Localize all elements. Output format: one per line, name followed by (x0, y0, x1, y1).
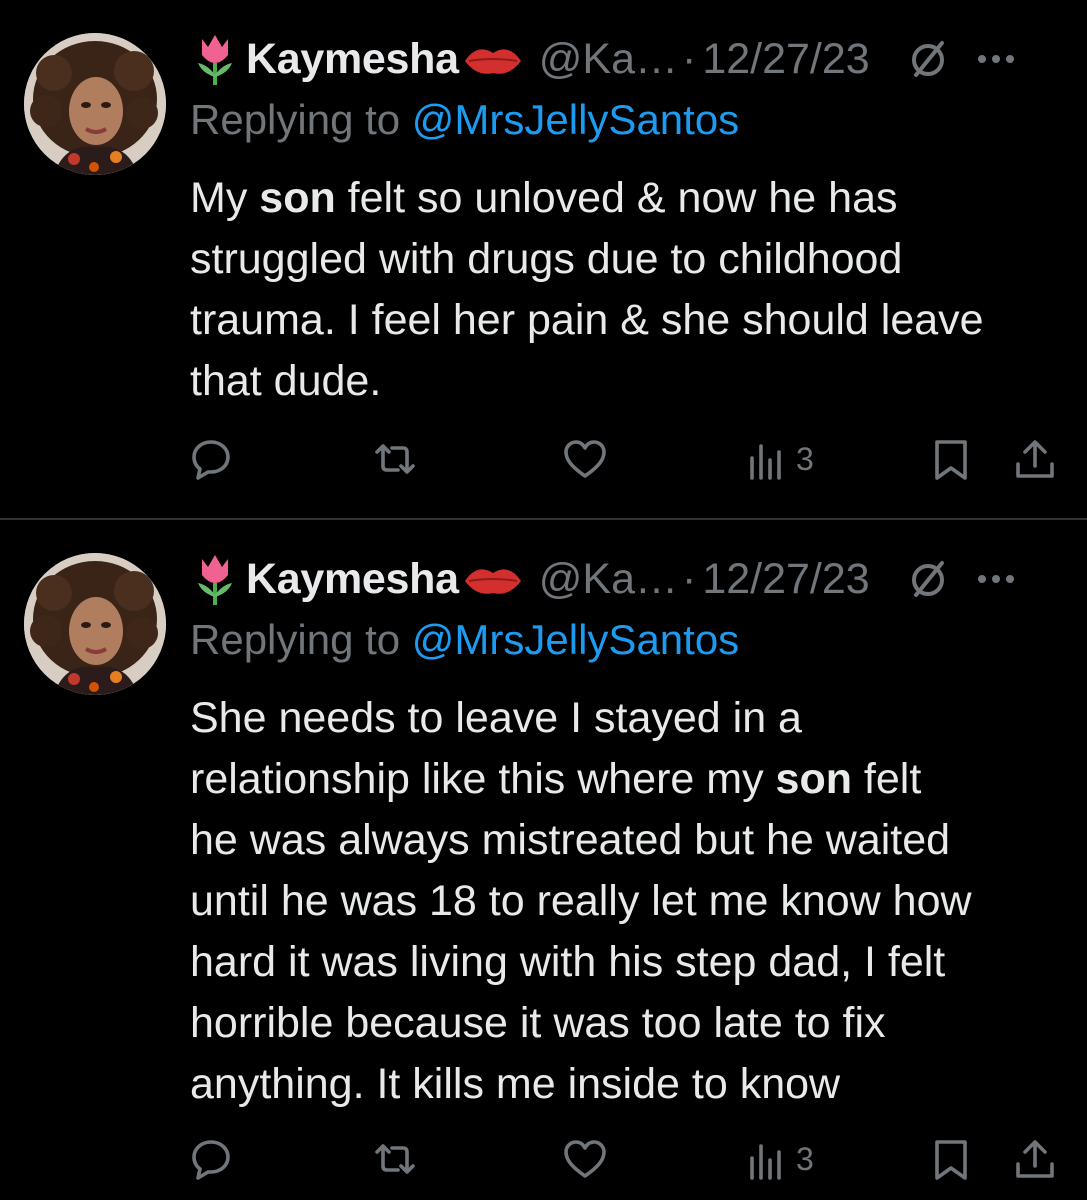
text-span: he was always mistreated but he waited (190, 816, 951, 864)
tulip-emoji (198, 555, 232, 605)
replying-to: Replying to @MrsJellySantos (190, 616, 739, 664)
text-span: felt so unloved & now he has (335, 174, 898, 222)
tweet-line: anything. It kills me inside to know (190, 1054, 1070, 1115)
action-bar: 3 (188, 434, 1068, 484)
views-count: 3 (796, 1140, 814, 1177)
text-span: anything. It kills me inside to know (190, 1060, 841, 1108)
replying-to-label: Replying to (190, 616, 412, 663)
replying-to: Replying to @MrsJellySantos (190, 96, 739, 144)
tweet-line: he was always mistreated but he waited (190, 810, 1070, 871)
retweet-button[interactable] (372, 434, 418, 484)
no-entry-circle-icon (911, 561, 944, 597)
reply-icon (192, 440, 230, 480)
views-icon (750, 1144, 781, 1180)
user-handle[interactable]: @Ka… (539, 35, 678, 84)
text-span: until he was 18 to really let me know ho… (190, 877, 972, 925)
like-button[interactable] (562, 434, 608, 484)
tweet-line: hard it was living with his step dad, I … (190, 932, 1070, 993)
avatar[interactable] (24, 33, 166, 175)
tweet-line: My son felt so unloved & now he has (190, 168, 1070, 229)
views-button[interactable]: 3 (744, 1134, 814, 1184)
tweet[interactable]: Kaymesha @Ka… · 12/27/23 Replying to @Mr… (0, 520, 1087, 1200)
bookmark-button[interactable] (928, 434, 974, 484)
kiss-mark-emoji (464, 569, 521, 594)
user-handle[interactable]: @Ka… (539, 555, 678, 604)
share-icon (1016, 1140, 1054, 1178)
bookmark-icon (935, 440, 967, 480)
highlighted-word: son (259, 174, 336, 222)
text-span: that dude. (190, 357, 382, 405)
kiss-mark-emoji (464, 49, 521, 74)
highlighted-word: son (775, 755, 852, 803)
retweet-icon (375, 444, 415, 474)
no-entry-circle-icon (911, 41, 944, 77)
tweet-text: My son felt so unloved & now he has stru… (190, 168, 1070, 412)
text-span: My (190, 174, 260, 222)
share-icon (1016, 440, 1054, 478)
retweet-icon (375, 1144, 415, 1174)
tweet-header: Kaymesha @Ka… · 12/27/23 (192, 28, 1072, 90)
tweet-line: relationship like this where my son felt (190, 749, 1070, 810)
tweet-line: trauma. I feel her pain & she should lea… (190, 290, 1070, 351)
tweet-line: that dude. (190, 351, 1070, 412)
views-button[interactable]: 3 (744, 434, 814, 484)
text-span: She needs to leave I stayed in a (190, 694, 802, 742)
bookmark-icon (935, 1140, 967, 1180)
bookmark-button[interactable] (928, 1134, 974, 1184)
more-icon[interactable] (974, 569, 1018, 589)
text-span: hard it was living with his step dad, I … (190, 938, 946, 986)
more-icon[interactable] (974, 49, 1018, 69)
text-span: relationship like this where my (190, 755, 776, 803)
action-bar: 3 (188, 1134, 1068, 1184)
tweet-line: struggled with drugs due to childhood (190, 229, 1070, 290)
reply-button[interactable] (188, 1134, 234, 1184)
text-span: struggled with drugs due to childhood (190, 235, 903, 283)
like-button[interactable] (562, 1134, 608, 1184)
reply-icon (192, 1140, 230, 1180)
tweet-date[interactable]: 12/27/23 (702, 35, 869, 84)
separator-dot: · (681, 34, 697, 83)
views-count: 3 (796, 440, 814, 477)
tulip-emoji (198, 35, 232, 85)
share-button[interactable] (1012, 434, 1058, 484)
tweet[interactable]: Kaymesha @Ka… · 12/27/23 Replying to @Mr… (0, 0, 1087, 518)
tweet-header: Kaymesha @Ka… · 12/27/23 (192, 548, 1072, 610)
text-span: trauma. I feel her pain & she should lea… (190, 296, 984, 344)
reply-handle-link[interactable]: @MrsJellySantos (412, 616, 739, 663)
text-span: felt (851, 755, 922, 803)
replying-to-label: Replying to (190, 96, 412, 143)
tweet-line: She needs to leave I stayed in a (190, 688, 1070, 749)
display-name[interactable]: Kaymesha (246, 555, 459, 604)
like-icon (564, 440, 606, 478)
tweet-line: horrible because it was too late to fix (190, 993, 1070, 1054)
avatar[interactable] (24, 553, 166, 695)
retweet-button[interactable] (372, 1134, 418, 1184)
separator-dot: · (681, 554, 697, 603)
reply-handle-link[interactable]: @MrsJellySantos (412, 96, 739, 143)
tweet-line: until he was 18 to really let me know ho… (190, 871, 1070, 932)
text-span: horrible because it was too late to fix (190, 999, 886, 1047)
views-icon (750, 444, 781, 480)
display-name[interactable]: Kaymesha (246, 35, 459, 84)
tweet-text: She needs to leave I stayed in a relatio… (190, 688, 1070, 1115)
like-icon (564, 1140, 606, 1178)
tweet-date[interactable]: 12/27/23 (702, 555, 869, 604)
share-button[interactable] (1012, 1134, 1058, 1184)
reply-button[interactable] (188, 434, 234, 484)
